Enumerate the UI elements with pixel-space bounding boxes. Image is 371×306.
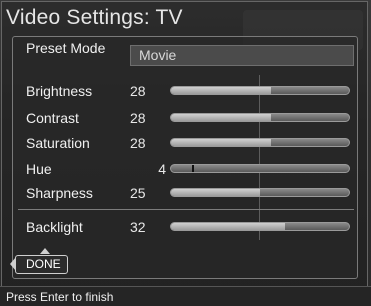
slider-fill (171, 139, 271, 146)
setting-value: 28 (130, 135, 146, 151)
setting-label: Sharpness (26, 185, 93, 201)
done-button[interactable]: DONE (15, 255, 68, 274)
preset-mode-label: Preset Mode (26, 40, 105, 56)
video-settings-screen: Video Settings: TV Preset Mode Movie Bri… (0, 0, 371, 306)
settings-panel (12, 36, 358, 279)
window-title: Video Settings: TV (6, 6, 183, 29)
setting-value: 28 (130, 110, 146, 126)
setting-value: 25 (130, 185, 146, 201)
preset-mode-value: Movie (139, 47, 177, 63)
setting-row-saturation[interactable]: Saturation 28 (26, 134, 356, 156)
setting-value: 4 (158, 161, 166, 177)
slider-fill (171, 114, 271, 121)
slider-fill (171, 87, 271, 94)
setting-value: 28 (130, 83, 146, 99)
setting-label: Brightness (26, 83, 93, 99)
sharpness-slider[interactable] (170, 188, 350, 197)
preset-mode-label-text: Preset Mode (26, 40, 106, 56)
saturation-slider[interactable] (170, 138, 350, 147)
done-button-label: DONE (26, 257, 61, 271)
setting-label: Hue (26, 161, 52, 177)
setting-row-sharpness[interactable]: Sharpness 25 (26, 184, 356, 206)
setting-value: 32 (130, 219, 146, 235)
slider-fill (171, 223, 285, 230)
contrast-slider[interactable] (170, 113, 350, 122)
status-text: Press Enter to finish (6, 290, 114, 304)
backlight-slider[interactable] (170, 222, 350, 231)
setting-label: Backlight (26, 219, 83, 235)
setting-label: Contrast (26, 110, 79, 126)
slider-fill (171, 189, 260, 196)
section-divider (18, 209, 354, 210)
up-arrow-icon (40, 248, 50, 254)
preset-mode-select[interactable]: Movie (130, 45, 354, 66)
setting-row-hue[interactable]: Hue 4 (26, 160, 356, 182)
hue-slider[interactable] (170, 164, 350, 173)
setting-row-contrast[interactable]: Contrast 28 (26, 109, 356, 131)
slider-marker (192, 165, 195, 172)
brightness-slider[interactable] (170, 86, 350, 95)
setting-label: Saturation (26, 135, 90, 151)
status-bar: Press Enter to finish (0, 286, 371, 306)
setting-row-brightness[interactable]: Brightness 28 (26, 82, 356, 104)
setting-row-backlight[interactable]: Backlight 32 (26, 218, 356, 240)
